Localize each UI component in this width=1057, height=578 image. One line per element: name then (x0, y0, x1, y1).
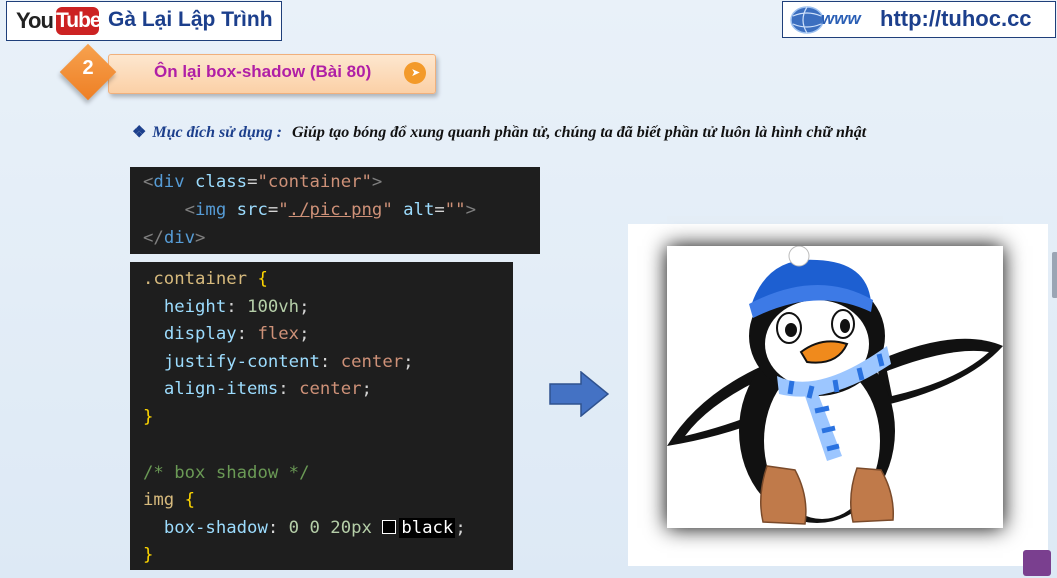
code-line: img { (143, 490, 196, 510)
code-line: height: 100vh; (163, 297, 310, 317)
code-line: display: flex; (163, 324, 310, 344)
css-code-block: .container { height: 100vh; display: fle… (130, 262, 513, 570)
purpose-label: Mục đích sử dụng : (152, 124, 282, 141)
scroll-handle[interactable] (1052, 252, 1057, 298)
lesson-number: 2 (82, 57, 94, 79)
code-line: .container { (143, 269, 268, 289)
color-swatch-icon (382, 520, 397, 534)
penguin-image (667, 246, 1003, 528)
channel-name: Gà Lại Lập Trình (108, 8, 273, 31)
code-line: box-shadow: 0 0 20px black; (163, 518, 466, 538)
lesson-title: Ôn lại box-shadow (Bài 80) (154, 62, 372, 81)
svg-text:www: www (821, 9, 862, 28)
penguin-illustration (667, 246, 1003, 525)
code-line: <img src="./pic.png" alt=""> (184, 200, 476, 220)
youtube-channel-box: You Tube Gà Lại Lập Trình (6, 1, 282, 41)
site-url-box: www http://tuhoc.cc (782, 1, 1056, 38)
right-arrow-icon (549, 371, 609, 417)
site-url: http://tuhoc.cc (880, 6, 1032, 31)
code-line: align-items: center; (163, 379, 372, 399)
globe-www-icon: www (790, 6, 862, 34)
code-line: /* box shadow */ (143, 463, 310, 483)
purpose-line: ❖ Mục đích sử dụng : Giúp tạo bóng đổ xung… (132, 122, 866, 142)
bullet-icon: ❖ (132, 124, 147, 141)
code-line: justify-content: center; (163, 352, 414, 372)
code-line: } (143, 407, 154, 427)
code-line: </div> (143, 228, 206, 248)
lesson-banner: 2 Ôn lại box-shadow (Bài 80) ➤ (59, 43, 438, 101)
code-line: <div class="container"> (143, 172, 383, 192)
presenter-thumbnail (1023, 550, 1051, 576)
cursor-arrow-icon: ➤ (411, 67, 421, 79)
purpose-text: Giúp tạo bóng đổ xung quanh phần tử, chú… (291, 124, 867, 141)
youtube-logo-tube: Tube (56, 7, 102, 35)
youtube-logo-you: You (16, 8, 54, 33)
html-code-block: <div class="container"> <img src="./pic.… (130, 167, 540, 254)
code-line: } (143, 545, 154, 565)
preview-panel (628, 224, 1048, 566)
